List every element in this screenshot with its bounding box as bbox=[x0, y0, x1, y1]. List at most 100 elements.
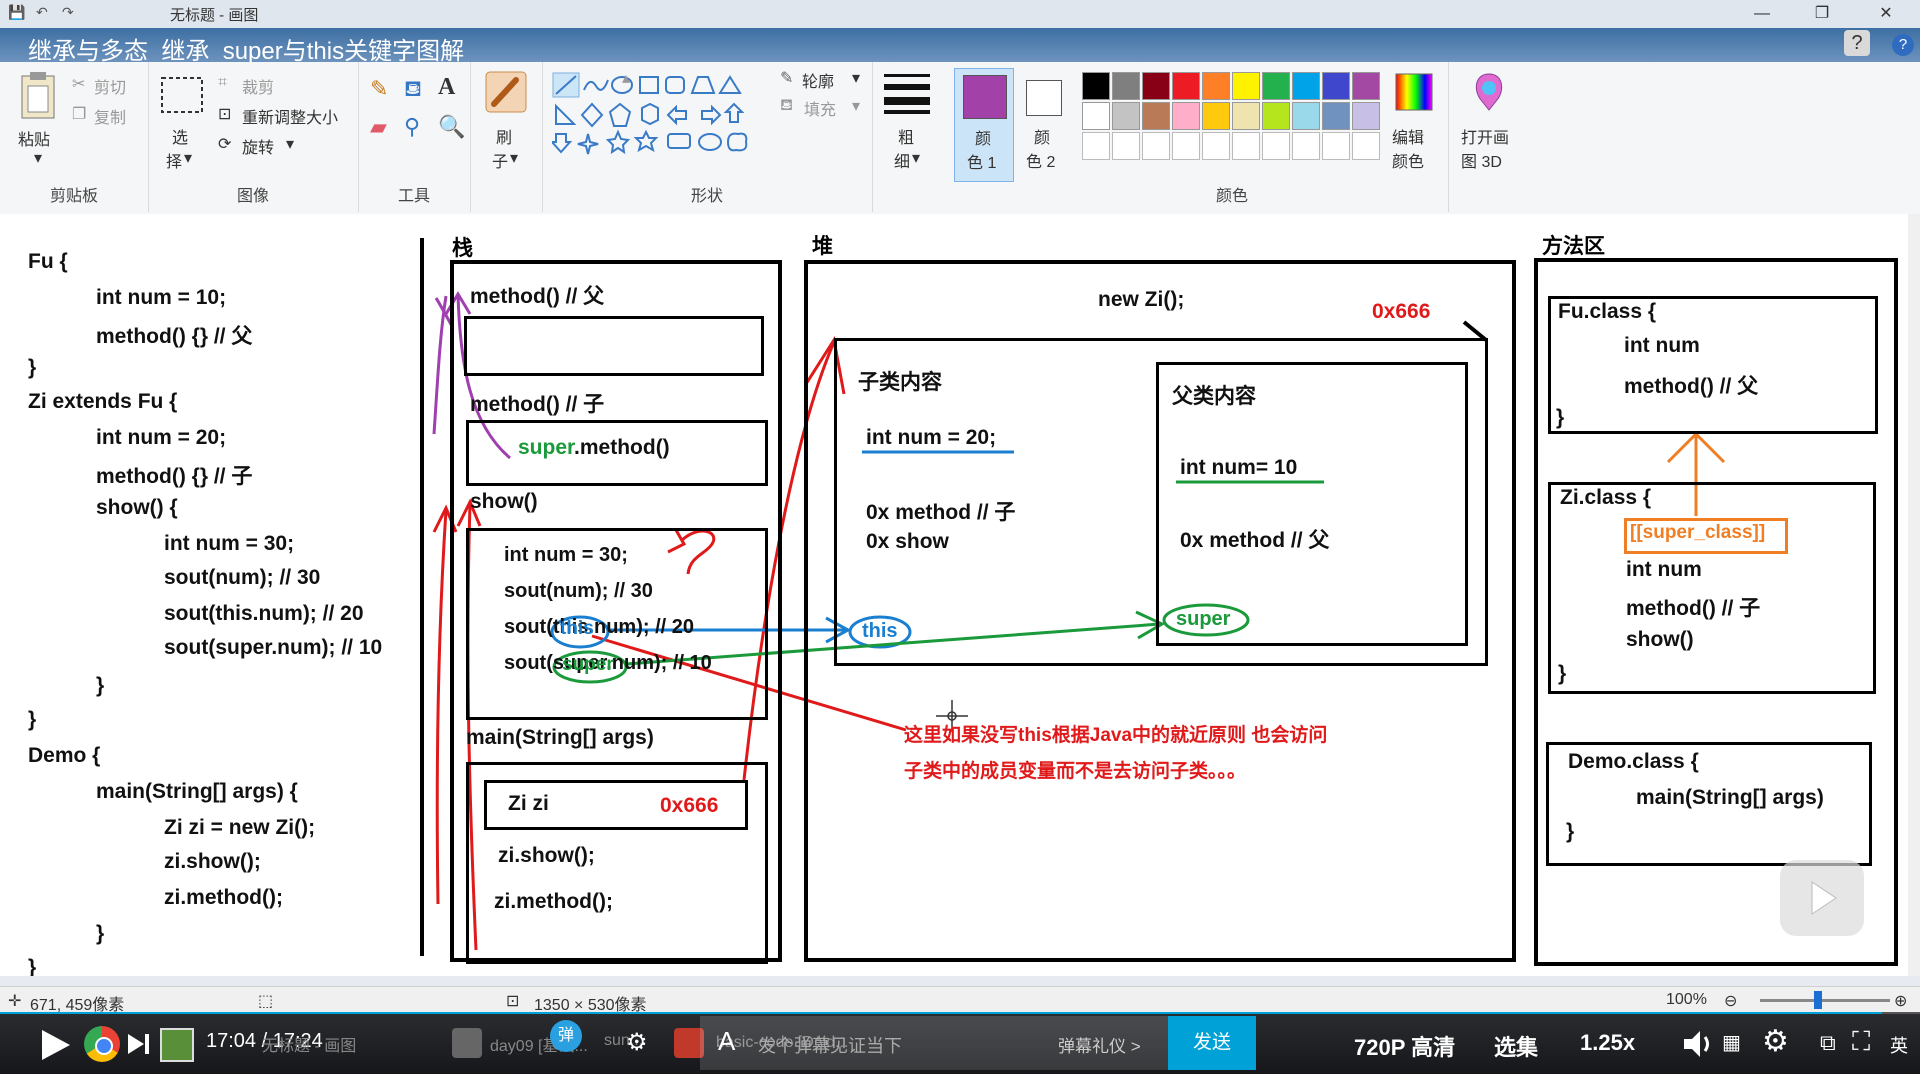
rotate-dropdown[interactable]: ▾ bbox=[286, 134, 294, 154]
volume-icon[interactable] bbox=[1682, 1028, 1716, 1060]
episodes-button[interactable]: 选集 bbox=[1494, 1030, 1538, 1062]
paste-button[interactable]: 粘贴 bbox=[18, 126, 50, 150]
play-icon[interactable] bbox=[36, 1028, 76, 1062]
save-icon[interactable]: 💾 bbox=[8, 4, 25, 21]
select-dropdown[interactable]: ▾ bbox=[184, 148, 192, 168]
palette-swatch[interactable] bbox=[1322, 102, 1350, 130]
cut-icon[interactable]: ✂ bbox=[72, 74, 85, 94]
brush-icon[interactable] bbox=[484, 70, 528, 114]
size-icon[interactable] bbox=[882, 72, 932, 116]
cut-button[interactable]: 剪切 bbox=[94, 74, 126, 98]
speed-button[interactable]: 1.25x bbox=[1580, 1030, 1635, 1056]
fill-icon[interactable]: ⛾ bbox=[780, 96, 793, 116]
mini-player-overlay[interactable] bbox=[1780, 860, 1864, 936]
palette-swatch[interactable] bbox=[1172, 102, 1200, 130]
shapes-gallery[interactable] bbox=[552, 72, 774, 162]
palette-swatch[interactable] bbox=[1172, 72, 1200, 100]
palette-swatch[interactable] bbox=[1292, 72, 1320, 100]
brush-dropdown[interactable]: ▾ bbox=[510, 148, 518, 168]
next-icon[interactable] bbox=[126, 1032, 152, 1056]
zoom-slider[interactable] bbox=[1760, 999, 1890, 1002]
rotate-button[interactable]: 旋转 bbox=[242, 134, 274, 158]
palette-swatch[interactable] bbox=[1322, 72, 1350, 100]
danmaku-toggle-button[interactable]: 弹 bbox=[550, 1020, 582, 1052]
size-button-2[interactable]: 细 bbox=[894, 148, 910, 172]
color1-button[interactable]: 颜 色 1 bbox=[954, 68, 1014, 182]
intellij-taskbar-icon[interactable] bbox=[452, 1028, 482, 1058]
edit-colors-button[interactable]: 编辑 颜色 bbox=[1384, 62, 1446, 212]
palette-swatch[interactable] bbox=[1352, 102, 1380, 130]
custom-color-slot[interactable] bbox=[1082, 132, 1110, 160]
custom-color-slot[interactable] bbox=[1172, 132, 1200, 160]
color2-button[interactable]: 颜 色 2 bbox=[1014, 68, 1072, 180]
paint-taskbar-icon[interactable] bbox=[160, 1028, 194, 1062]
palette-swatch[interactable] bbox=[1142, 72, 1170, 100]
pencil-icon[interactable]: ✎ bbox=[370, 76, 388, 102]
palette-swatch[interactable] bbox=[1202, 72, 1230, 100]
palette-swatch[interactable] bbox=[1112, 72, 1140, 100]
palette-swatch[interactable] bbox=[1292, 102, 1320, 130]
custom-color-slot[interactable] bbox=[1352, 132, 1380, 160]
text-tool-icon[interactable]: A bbox=[438, 74, 455, 101]
danmaku-etiquette-link[interactable]: 弹幕礼仪 > bbox=[1058, 1032, 1141, 1057]
zoom-slider-thumb[interactable] bbox=[1814, 991, 1822, 1009]
crop-button[interactable]: 裁剪 bbox=[242, 74, 274, 98]
palette-swatch[interactable] bbox=[1112, 102, 1140, 130]
help-icon[interactable]: ? bbox=[1844, 30, 1870, 56]
size-dropdown[interactable]: ▾ bbox=[912, 148, 920, 168]
brush-button[interactable]: 刷 bbox=[496, 124, 512, 148]
palette-swatch[interactable] bbox=[1232, 72, 1260, 100]
paste-icon[interactable] bbox=[18, 70, 58, 122]
palette-swatch[interactable] bbox=[1352, 72, 1380, 100]
paste-dropdown[interactable]: ▾ bbox=[34, 148, 42, 168]
maximize-button[interactable]: ❐ bbox=[1802, 2, 1842, 26]
minimize-button[interactable]: — bbox=[1742, 2, 1782, 26]
crop-icon[interactable]: ⌗ bbox=[218, 74, 227, 92]
palette-swatch[interactable] bbox=[1262, 102, 1290, 130]
redo-icon[interactable]: ↷ bbox=[62, 4, 74, 21]
danmaku-input[interactable]: A 发个弹幕见证当下 弹幕礼仪 > bbox=[700, 1016, 1168, 1070]
custom-color-slot[interactable] bbox=[1202, 132, 1230, 160]
color-picker-icon[interactable]: ⚲ bbox=[404, 114, 420, 140]
select-icon[interactable] bbox=[160, 76, 204, 116]
fullscreen-icon[interactable]: ⛶ bbox=[1852, 1026, 1870, 1058]
network-icon[interactable]: ▦ bbox=[1722, 1030, 1741, 1055]
taskbar-item-paint[interactable]: 无标题 - 画图 bbox=[262, 1032, 356, 1056]
eraser-icon[interactable]: ▰ bbox=[370, 114, 387, 140]
shapes-scroll-up[interactable]: ▴ bbox=[622, 68, 630, 88]
palette-swatch[interactable] bbox=[1232, 102, 1260, 130]
resize-icon[interactable]: ⊡ bbox=[218, 104, 231, 124]
vertical-scrollbar[interactable] bbox=[1908, 214, 1920, 976]
custom-color-slot[interactable] bbox=[1292, 132, 1320, 160]
undo-icon[interactable]: ↶ bbox=[36, 4, 48, 21]
brush-button-2[interactable]: 子 bbox=[492, 148, 508, 172]
custom-color-slot[interactable] bbox=[1262, 132, 1290, 160]
palette-swatch[interactable] bbox=[1082, 102, 1110, 130]
copy-button[interactable]: 复制 bbox=[94, 104, 126, 128]
resize-button[interactable]: 重新调整大小 bbox=[242, 104, 338, 128]
rotate-icon[interactable]: ⟳ bbox=[218, 134, 231, 154]
custom-color-slot[interactable] bbox=[1322, 132, 1350, 160]
custom-color-slot[interactable] bbox=[1232, 132, 1260, 160]
danmaku-style-icon[interactable]: A bbox=[718, 1026, 735, 1057]
zoom-in-button[interactable]: ⊕ bbox=[1894, 991, 1907, 1011]
quality-button[interactable]: 720P 高清 bbox=[1354, 1030, 1455, 1062]
paint3d-button[interactable]: 打开画 图 3D bbox=[1448, 62, 1529, 212]
send-button[interactable]: 发送 bbox=[1168, 1016, 1256, 1070]
palette-swatch[interactable] bbox=[1082, 72, 1110, 100]
palette-swatch[interactable] bbox=[1142, 102, 1170, 130]
copy-icon[interactable]: ❐ bbox=[72, 104, 86, 124]
player-settings-icon[interactable]: ⚙ bbox=[1762, 1024, 1789, 1059]
chrome-taskbar-icon[interactable] bbox=[84, 1026, 120, 1062]
danmaku-settings-icon[interactable]: ⚙ bbox=[626, 1028, 648, 1057]
magnifier-icon[interactable]: 🔍 bbox=[438, 114, 465, 140]
select-button-2[interactable]: 择 bbox=[166, 148, 182, 172]
fill-bucket-icon[interactable]: ⛾ bbox=[404, 76, 422, 105]
outline-icon[interactable]: ✎ bbox=[780, 68, 793, 88]
info-icon[interactable]: ? bbox=[1892, 34, 1914, 56]
close-button[interactable]: ✕ bbox=[1866, 2, 1906, 26]
palette-swatch[interactable] bbox=[1202, 102, 1230, 130]
palette-swatch[interactable] bbox=[1262, 72, 1290, 100]
outline-button[interactable]: 轮廓 bbox=[802, 68, 834, 92]
fill-dropdown[interactable]: ▾ bbox=[852, 96, 860, 116]
